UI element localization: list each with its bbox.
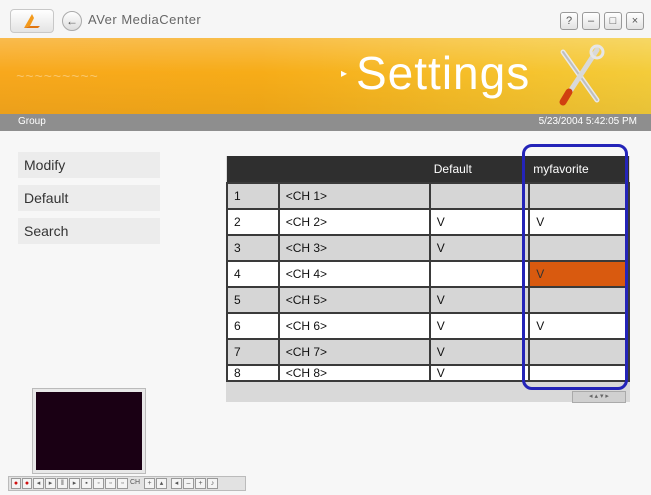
channel-number: 4 <box>226 260 280 288</box>
restore-icon: □ <box>609 15 617 27</box>
channel-table: Default myfavorite 1 <CH 1> 2 <CH 2> V V… <box>226 156 630 382</box>
channel-table-panel: Default myfavorite 1 <CH 1> 2 <CH 2> V V… <box>226 156 630 402</box>
favorite-check[interactable] <box>528 364 630 382</box>
timeshift-icon[interactable]: ◦ <box>93 478 104 489</box>
menu-item-modify[interactable]: Modify <box>18 152 160 178</box>
back-arrow-icon: ← <box>66 14 78 28</box>
column-header-name <box>278 156 430 183</box>
banner-watermark: ~~~~~~~~~ <box>16 68 99 84</box>
menu-item-search[interactable]: Search <box>18 218 160 244</box>
default-check[interactable]: V <box>428 208 531 236</box>
channel-name[interactable]: <CH 8> <box>277 364 431 382</box>
favorite-check[interactable] <box>528 286 630 314</box>
volume-down-icon[interactable]: ◂ <box>171 478 182 489</box>
table-row[interactable]: 1 <CH 1> <box>226 182 630 210</box>
channel-number: 6 <box>226 312 280 340</box>
channel-number: 2 <box>226 208 280 236</box>
default-check[interactable]: V <box>428 364 531 382</box>
help-button[interactable]: ? <box>560 12 578 30</box>
group-bar: Group 5/23/2004 5:42:05 PM <box>0 114 651 131</box>
favorite-check[interactable] <box>528 338 630 366</box>
default-check[interactable] <box>428 182 531 210</box>
minimize-icon: – <box>587 15 595 27</box>
table-row[interactable]: 2 <CH 2> V V <box>226 208 630 236</box>
channel-number: 5 <box>226 286 280 314</box>
table-row[interactable]: 7 <CH 7> V <box>226 338 630 366</box>
rewind-icon[interactable]: ◂ <box>33 478 44 489</box>
close-icon: × <box>631 15 639 27</box>
aver-logo-icon <box>24 14 40 28</box>
channel-number: 8 <box>226 364 280 382</box>
channel-name[interactable]: <CH 2> <box>277 208 431 236</box>
channel-number: 1 <box>226 182 280 210</box>
play-icon[interactable]: ▸ <box>45 478 56 489</box>
forward-icon[interactable]: ▸ <box>69 478 80 489</box>
favorite-check[interactable] <box>528 234 630 262</box>
column-header-number <box>227 156 279 183</box>
column-header-favorite[interactable]: myfavorite <box>529 156 629 183</box>
favorite-check[interactable] <box>528 182 630 210</box>
record-icon[interactable]: ● <box>11 478 21 489</box>
restore-button[interactable]: □ <box>604 12 622 30</box>
settings-banner: ~~~~~~~~~ <box>0 38 651 114</box>
favorite-check-selected[interactable]: V <box>528 260 630 288</box>
audio-icon[interactable]: ▫ <box>117 478 128 489</box>
table-pager[interactable]: ◂ ▴ ▾ ▸ <box>572 391 626 403</box>
settings-arrow-icon: ▸ <box>341 66 348 80</box>
table-header-row: Default myfavorite <box>227 156 629 183</box>
channel-label: CH <box>129 479 141 486</box>
channel-name[interactable]: <CH 5> <box>277 286 431 314</box>
channel-name[interactable]: <CH 7> <box>277 338 431 366</box>
channel-number: 7 <box>226 338 280 366</box>
table-row[interactable]: 3 <CH 3> V <box>226 234 630 262</box>
channel-name[interactable]: <CH 6> <box>277 312 431 340</box>
default-check[interactable]: V <box>428 312 531 340</box>
help-icon: ? <box>565 15 573 27</box>
pause-icon[interactable]: ‖ <box>57 478 68 489</box>
date-time: 5/23/2004 5:42:05 PM <box>538 116 637 127</box>
channel-name[interactable]: <CH 3> <box>277 234 431 262</box>
mute-icon[interactable]: ♪ <box>207 478 218 489</box>
back-button[interactable]: ← <box>62 11 82 31</box>
table-row[interactable]: 6 <CH 6> V V <box>226 312 630 340</box>
video-preview[interactable] <box>33 389 145 473</box>
volume-slider-icon[interactable]: – <box>183 478 194 489</box>
channel-name[interactable]: <CH 4> <box>277 260 431 288</box>
default-check[interactable]: V <box>428 338 531 366</box>
table-row[interactable]: 5 <CH 5> V <box>226 286 630 314</box>
close-button[interactable]: × <box>626 12 644 30</box>
snapshot-icon[interactable]: ▪ <box>81 478 92 489</box>
table-row[interactable]: 4 <CH 4> V <box>226 260 630 288</box>
page-title: Settings <box>356 47 531 99</box>
default-check[interactable] <box>428 260 531 288</box>
favorite-check[interactable]: V <box>528 312 630 340</box>
favorite-check[interactable]: V <box>528 208 630 236</box>
table-row[interactable]: 8 <CH 8> V <box>226 364 630 382</box>
default-check[interactable]: V <box>428 286 531 314</box>
group-label: Group <box>18 116 46 127</box>
app-title: AVer MediaCenter <box>88 12 202 27</box>
volume-up-icon[interactable]: + <box>195 478 206 489</box>
channel-down-icon[interactable]: ▴ <box>156 478 167 489</box>
column-header-default[interactable]: Default <box>429 156 530 183</box>
wrench-screwdriver-icon <box>559 44 605 106</box>
default-check[interactable]: V <box>428 234 531 262</box>
channel-name[interactable]: <CH 1> <box>277 182 431 210</box>
channel-up-icon[interactable]: + <box>144 478 155 489</box>
subtitle-icon[interactable]: ▫ <box>105 478 116 489</box>
app-logo-button[interactable] <box>10 9 54 33</box>
channel-number: 3 <box>226 234 280 262</box>
title-bar: ← AVer MediaCenter ? – □ × <box>0 0 651 38</box>
stop-icon[interactable]: ● <box>22 478 32 489</box>
minimize-button[interactable]: – <box>582 12 600 30</box>
menu-item-default[interactable]: Default <box>18 185 160 211</box>
playback-control-bar: ● ● ◂ ▸ ‖ ▸ ▪ ◦ ▫ ▫ CH + ▴ ◂ – + ♪ <box>8 476 246 491</box>
